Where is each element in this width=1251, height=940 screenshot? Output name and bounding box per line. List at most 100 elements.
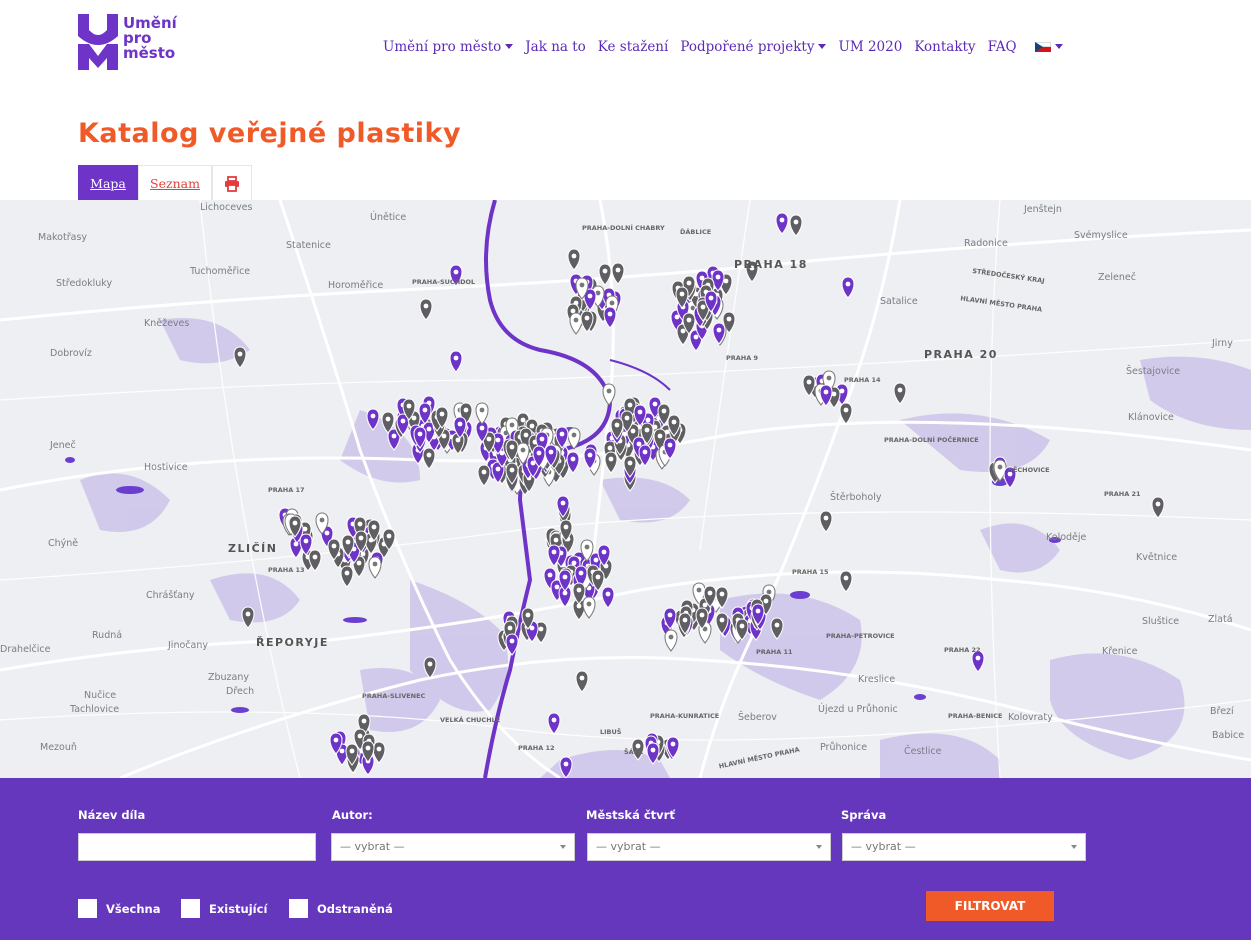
map-marker-dot — [570, 456, 576, 462]
map-marker-white[interactable] — [368, 556, 382, 579]
map-marker-dot — [357, 733, 363, 739]
map-marker-white[interactable] — [475, 402, 489, 425]
map-marker-gray[interactable] — [422, 447, 436, 470]
map-marker-dot — [345, 539, 351, 545]
map-label-small: ŠÁPA — [624, 748, 643, 756]
map-marker-dot — [370, 413, 376, 419]
map-marker-purple[interactable] — [841, 276, 855, 299]
map-view[interactable]: PRAHA 18 PRAHA 20 ZLIČÍN ŘEPORYJE Lichoc… — [0, 200, 1251, 778]
map-label-town: Dobrovíz — [50, 348, 92, 359]
map-marker-dot — [645, 417, 651, 423]
language-switcher[interactable] — [1029, 42, 1063, 52]
map-marker-dot — [551, 717, 557, 723]
map-marker-dot — [601, 549, 607, 555]
map-marker-dot — [559, 431, 565, 437]
tab-list[interactable]: Seznam — [138, 165, 212, 201]
map-marker-gray[interactable] — [839, 402, 853, 425]
map-marker-gray[interactable] — [598, 263, 612, 286]
caret-down-icon — [818, 43, 827, 49]
nav-item-kontakty[interactable]: Kontakty — [914, 39, 975, 55]
map-marker-dot — [331, 543, 337, 549]
map-marker-gray[interactable] — [567, 248, 581, 271]
map-marker-gray[interactable] — [477, 464, 491, 487]
map-marker-dot — [578, 570, 584, 576]
map-label-town: Dřech — [226, 686, 255, 697]
map-marker-dot — [479, 407, 485, 413]
filter-panel: Název díla Autor: Městská čtvrť Správa —… — [0, 778, 1251, 940]
map-label-town: Babice — [1212, 730, 1245, 741]
map-marker-purple[interactable] — [601, 586, 615, 609]
nav-item-umeni-pro-mesto[interactable]: Umění pro město — [383, 39, 514, 55]
nav-item-um-2020[interactable]: UM 2020 — [838, 39, 902, 55]
map-marker-white[interactable] — [582, 596, 596, 619]
map-marker-white[interactable] — [664, 629, 678, 652]
map-marker-dot — [627, 460, 633, 466]
tab-print[interactable] — [212, 165, 252, 201]
nav-item-podporene-projekty[interactable]: Podpořené projekty — [680, 39, 827, 55]
map-marker-white[interactable] — [569, 312, 583, 335]
map-marker-gray[interactable] — [575, 670, 589, 693]
map-marker-purple[interactable] — [775, 212, 789, 235]
map-marker-dot — [624, 415, 630, 421]
nav-item-faq[interactable]: FAQ — [988, 39, 1017, 55]
checkbox-existing[interactable]: Existující — [181, 899, 267, 918]
map-marker-dot — [793, 219, 799, 225]
map-marker-dot — [349, 748, 355, 754]
map-marker-dot — [584, 315, 590, 321]
map-marker-dot — [426, 426, 432, 432]
checkbox-box[interactable] — [78, 899, 97, 918]
map-marker-dot — [411, 415, 417, 421]
map-marker-gray[interactable] — [604, 451, 618, 474]
map-marker-white[interactable] — [602, 383, 616, 406]
site-logo[interactable]: Umění pro město — [78, 14, 208, 72]
nav-item-jak-na-to[interactable]: Jak na to — [525, 39, 586, 55]
map-label-small: PRAHA-SLIVENEC — [362, 692, 426, 700]
checkbox-all[interactable]: Všechna — [78, 899, 161, 918]
map-marker-gray[interactable] — [419, 298, 433, 321]
map-marker-gray[interactable] — [233, 346, 247, 369]
tab-map[interactable]: Mapa — [78, 165, 138, 201]
map-marker-gray[interactable] — [1151, 496, 1165, 519]
map-marker-dot — [357, 521, 363, 527]
map-marker-dot — [525, 612, 531, 618]
map-marker-gray[interactable] — [241, 606, 255, 629]
map-marker-dot — [843, 575, 849, 581]
map-marker-dot — [586, 601, 592, 607]
map-marker-purple[interactable] — [971, 650, 985, 673]
map-marker-gray[interactable] — [839, 570, 853, 593]
map-marker-gray[interactable] — [340, 565, 354, 588]
map-marker-dot — [716, 327, 722, 333]
nav-item-ke-stazeni[interactable]: Ke stažení — [598, 39, 669, 55]
map-marker-dot — [509, 638, 515, 644]
map-marker-purple[interactable] — [505, 633, 519, 656]
map-marker-dot — [657, 433, 663, 439]
map-marker-dot — [400, 418, 406, 424]
map-label-town: Statenice — [286, 240, 331, 251]
map-marker-dot — [312, 554, 318, 560]
map-marker-purple[interactable] — [449, 350, 463, 373]
map-marker-gray[interactable] — [819, 510, 833, 533]
map-marker-gray[interactable] — [611, 262, 625, 285]
filter-button[interactable]: FILTROVAT — [926, 891, 1054, 921]
map-marker-dot — [584, 544, 590, 550]
district-select[interactable]: — vybrat — — [587, 833, 831, 861]
map-label-town: Satalice — [880, 296, 918, 307]
checkbox-removed[interactable]: Odstraněná — [289, 899, 393, 918]
map-marker-dot — [344, 570, 350, 576]
map-label-small: PRAHA-KUNRATICE — [650, 712, 720, 720]
checkbox-box[interactable] — [289, 899, 308, 918]
map-marker-gray[interactable] — [893, 382, 907, 405]
map-label-town: Jirny — [1212, 338, 1233, 349]
map-marker-purple[interactable] — [547, 712, 561, 735]
map-label-town: Středokluky — [56, 278, 113, 289]
map-marker-dot — [708, 295, 714, 301]
caret-down-icon — [1054, 43, 1063, 49]
name-input[interactable] — [78, 833, 316, 861]
map-marker-gray[interactable] — [789, 214, 803, 237]
map-marker-dot — [562, 574, 568, 580]
admin-select[interactable]: — vybrat — — [842, 833, 1086, 861]
checkbox-box[interactable] — [181, 899, 200, 918]
checkbox-label: Existující — [209, 901, 268, 916]
author-select[interactable]: — vybrat — — [331, 833, 575, 861]
map-canvas[interactable] — [0, 200, 1251, 778]
